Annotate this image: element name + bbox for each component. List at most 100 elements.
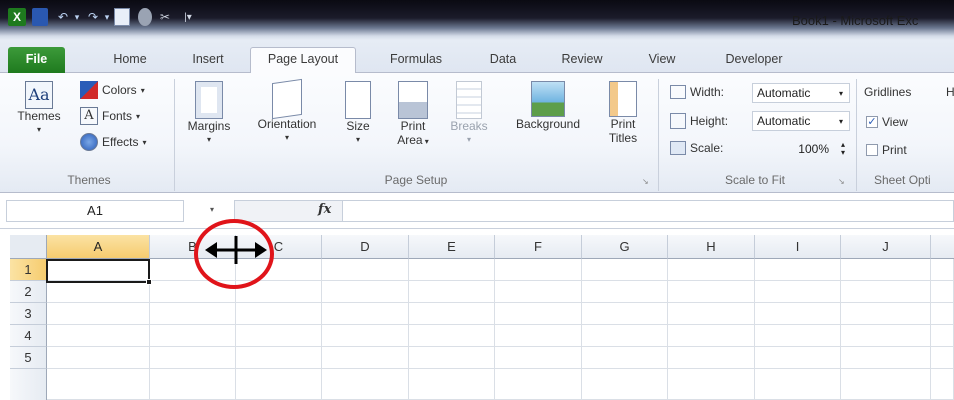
grid-cell[interactable]	[931, 303, 954, 325]
name-box[interactable]: A1	[6, 200, 184, 222]
grid-cell[interactable]	[582, 347, 668, 369]
grid-cell[interactable]	[495, 259, 582, 281]
grid-cell[interactable]	[582, 325, 668, 347]
grid-cell[interactable]	[322, 347, 409, 369]
column-header-d[interactable]: D	[322, 235, 409, 259]
grid-cell[interactable]	[841, 281, 931, 303]
grid-cell[interactable]	[47, 369, 150, 400]
grid-cell[interactable]	[495, 303, 582, 325]
spin-icon[interactable]: ▴ ▾	[841, 141, 845, 157]
row-header-3[interactable]: 3	[10, 303, 47, 325]
grid-cell[interactable]	[47, 325, 150, 347]
grid-cell[interactable]	[409, 325, 495, 347]
worksheet-grid[interactable]: A B C D E F G H I J 1 2 3 4 5	[0, 229, 954, 400]
grid-cell[interactable]	[755, 259, 841, 281]
row-header-partial[interactable]	[10, 369, 47, 400]
print-titles-button[interactable]: Print Titles	[600, 81, 646, 145]
scale-stepper[interactable]: 100% ▴ ▾	[752, 139, 850, 159]
size-button[interactable]: Size ▾	[338, 81, 378, 147]
grid-cell[interactable]	[495, 347, 582, 369]
grid-cell[interactable]	[841, 303, 931, 325]
fonts-button[interactable]: A Fonts ▾	[80, 107, 140, 125]
grid-cell[interactable]	[668, 259, 755, 281]
grid-cell[interactable]	[236, 369, 322, 400]
margins-button[interactable]: Margins ▾	[180, 81, 238, 147]
print-area-button[interactable]: Print Area ▾	[386, 81, 440, 149]
tab-view[interactable]: View	[640, 48, 684, 72]
grid-cell[interactable]	[931, 369, 954, 400]
grid-cell[interactable]	[931, 259, 954, 281]
grid-cell[interactable]	[150, 325, 236, 347]
grid-cell[interactable]	[931, 347, 954, 369]
grid-cell[interactable]	[236, 347, 322, 369]
grid-cell[interactable]	[236, 303, 322, 325]
dialog-launcher-icon[interactable]: ↘	[642, 177, 649, 186]
redo-icon[interactable]: ↷	[86, 8, 100, 26]
grid-cell[interactable]	[668, 281, 755, 303]
grid-cell[interactable]	[322, 303, 409, 325]
grid-cell[interactable]	[495, 325, 582, 347]
row-header-4[interactable]: 4	[10, 325, 47, 347]
grid-cell[interactable]	[47, 347, 150, 369]
tab-formulas[interactable]: Formulas	[380, 48, 452, 72]
grid-cell[interactable]	[322, 369, 409, 400]
grid-cell[interactable]	[409, 303, 495, 325]
dialog-launcher-icon[interactable]: ↘	[838, 177, 845, 186]
grid-cell[interactable]	[409, 369, 495, 400]
formula-input[interactable]	[342, 200, 954, 222]
column-header-i[interactable]: I	[755, 235, 841, 259]
active-cell-a1[interactable]	[46, 259, 150, 283]
grid-cell[interactable]	[582, 281, 668, 303]
grid-cell[interactable]	[755, 303, 841, 325]
name-box-dropdown-icon[interactable]: ▾	[210, 205, 214, 214]
column-header-a[interactable]: A	[47, 235, 150, 259]
insert-function-button[interactable]: fx	[318, 202, 331, 217]
grid-cell[interactable]	[150, 303, 236, 325]
undo-icon[interactable]: ↶	[56, 8, 70, 26]
orientation-button[interactable]: Orientation ▾	[242, 78, 332, 145]
grid-cell[interactable]	[931, 325, 954, 347]
column-header-partial[interactable]	[931, 235, 954, 259]
grid-cell[interactable]	[322, 325, 409, 347]
row-header-1[interactable]: 1	[10, 259, 47, 281]
grid-cell[interactable]	[47, 303, 150, 325]
height-select[interactable]: Automatic ▾	[752, 111, 850, 131]
grid-cell[interactable]	[409, 259, 495, 281]
grid-cell[interactable]	[668, 347, 755, 369]
grid-cell[interactable]	[495, 369, 582, 400]
grid-cell[interactable]	[236, 325, 322, 347]
column-header-h[interactable]: H	[668, 235, 755, 259]
row-header-2[interactable]: 2	[10, 281, 47, 303]
form-icon[interactable]	[114, 8, 130, 26]
undo-dropdown-icon[interactable]: ▾	[72, 8, 82, 26]
grid-cell[interactable]	[409, 347, 495, 369]
customize-qat-icon[interactable]: |▾	[182, 8, 194, 26]
tab-page-layout[interactable]: Page Layout	[250, 47, 356, 74]
grid-cell[interactable]	[931, 281, 954, 303]
grid-cell[interactable]	[841, 369, 931, 400]
cut-icon[interactable]: ✂	[158, 8, 172, 26]
save-icon[interactable]	[32, 8, 48, 26]
fill-handle[interactable]	[146, 279, 152, 285]
grid-cell[interactable]	[582, 303, 668, 325]
camera-icon[interactable]	[138, 8, 152, 26]
tab-home[interactable]: Home	[100, 48, 160, 72]
grid-cell[interactable]	[668, 369, 755, 400]
grid-cell[interactable]	[755, 369, 841, 400]
grid-cell[interactable]	[150, 369, 236, 400]
gridlines-print-checkbox[interactable]: Print	[866, 143, 907, 157]
column-header-f[interactable]: F	[495, 235, 582, 259]
width-select[interactable]: Automatic ▾	[752, 83, 850, 103]
grid-cell[interactable]	[409, 281, 495, 303]
colors-button[interactable]: Colors ▾	[80, 81, 145, 99]
grid-cell[interactable]	[495, 281, 582, 303]
gridlines-view-checkbox[interactable]: ✓ View	[866, 115, 908, 129]
grid-cell[interactable]	[841, 259, 931, 281]
grid-cell[interactable]	[841, 325, 931, 347]
grid-cell[interactable]	[322, 259, 409, 281]
tab-insert[interactable]: Insert	[178, 48, 238, 72]
column-header-e[interactable]: E	[409, 235, 495, 259]
background-button[interactable]: Background	[500, 81, 596, 131]
breaks-button[interactable]: Breaks ▾	[444, 81, 494, 147]
grid-cell[interactable]	[755, 347, 841, 369]
